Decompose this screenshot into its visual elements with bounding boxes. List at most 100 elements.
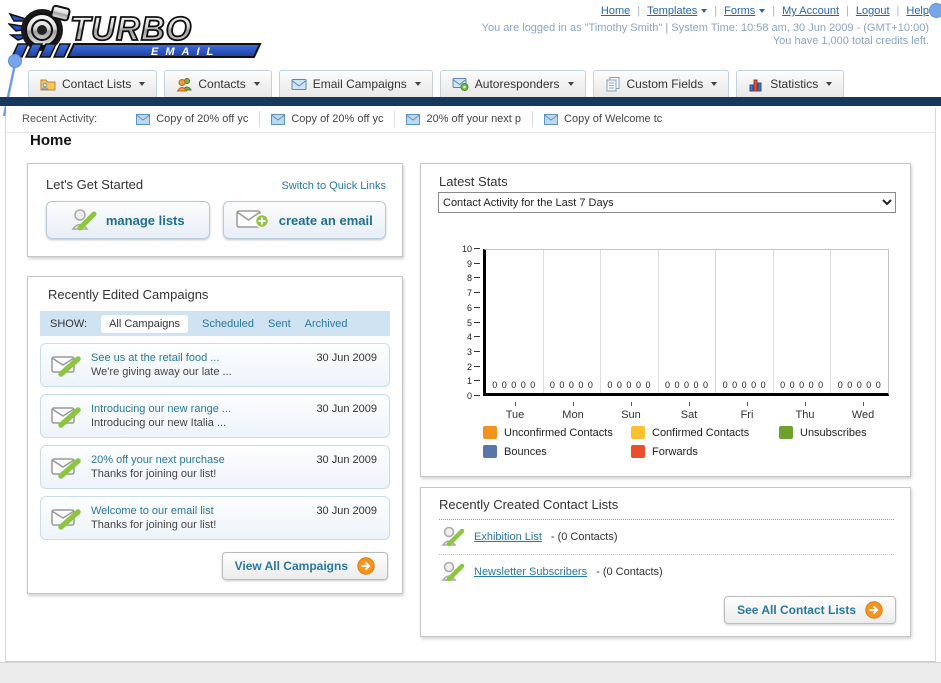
latest-stats-title: Latest Stats bbox=[439, 174, 508, 189]
manage-lists-button[interactable]: manage lists bbox=[46, 201, 210, 239]
header-link-help[interactable]: Help bbox=[890, 5, 929, 17]
main-nav: Contact Lists Contacts Email Campaigns A… bbox=[28, 70, 845, 97]
contact-list-link[interactable]: Exhibition List bbox=[474, 531, 542, 543]
campaign-row[interactable]: 20% off your next purchase Thanks for jo… bbox=[40, 445, 390, 489]
campaign-row[interactable]: Welcome to our email list Thanks for joi… bbox=[40, 496, 390, 540]
recent-activity-item[interactable]: Copy of 20% off yc bbox=[125, 111, 261, 127]
legend-label: Forwards bbox=[652, 445, 698, 458]
legend-swatch bbox=[483, 445, 497, 458]
tab-statistics[interactable]: Statistics bbox=[736, 70, 845, 97]
envelope-icon bbox=[291, 78, 307, 91]
header-links: Home Templates Forms My Account Logout H… bbox=[601, 5, 929, 17]
header-link-templates[interactable]: Templates bbox=[630, 5, 708, 17]
switch-quick-links[interactable]: Switch to Quick Links bbox=[281, 180, 386, 192]
contact-list-row[interactable]: Exhibition List - (0 Contacts) bbox=[439, 520, 894, 555]
campaign-title-link[interactable]: Introducing our new range ... bbox=[91, 403, 231, 415]
x-axis-label-text: Fri bbox=[740, 409, 754, 421]
see-all-contact-lists-button[interactable]: See All Contact Lists bbox=[724, 596, 896, 624]
arrow-circle-icon bbox=[865, 601, 883, 619]
y-axis-tick-label: 9 bbox=[466, 258, 472, 269]
chart-value-labels: 0 0 0 0 0 bbox=[607, 380, 652, 390]
tab-contact-lists[interactable]: Contact Lists bbox=[28, 70, 158, 97]
tab-label: Email Campaigns bbox=[312, 77, 407, 91]
tab-contacts[interactable]: Contacts bbox=[164, 70, 272, 97]
header-link-forms[interactable]: Forms bbox=[707, 5, 766, 17]
legend-label: Unsubscribes bbox=[800, 426, 867, 439]
chart-value-labels: 0 0 0 0 0 bbox=[665, 380, 710, 390]
chart-day-column: 0 0 0 0 0 bbox=[774, 250, 832, 393]
recent-activity-text: Copy of Welcome tc bbox=[564, 113, 663, 125]
y-axis-tick-label: 10 bbox=[461, 244, 472, 254]
x-axis-label: Wed bbox=[834, 402, 892, 421]
recent-activity-item[interactable]: Copy of Welcome tc bbox=[533, 111, 673, 127]
recent-activity-item[interactable]: Copy of 20% off yc bbox=[260, 111, 396, 127]
x-axis-label-text: Sat bbox=[680, 409, 698, 421]
annotation-dot bbox=[929, 3, 941, 18]
campaign-subtitle: Thanks for joining our list! bbox=[91, 468, 217, 480]
y-axis-tick-label: 0 bbox=[466, 391, 472, 401]
campaign-row[interactable]: Introducing our new range ... Introducin… bbox=[40, 394, 390, 438]
chart-value-labels: 0 0 0 0 0 bbox=[780, 380, 825, 390]
y-axis-tick bbox=[474, 336, 480, 338]
legend-swatch bbox=[631, 426, 645, 439]
tab-autoresponders[interactable]: Autoresponders bbox=[439, 70, 586, 97]
header-link-my-account[interactable]: My Account bbox=[765, 5, 839, 17]
x-axis-tick bbox=[862, 402, 864, 406]
y-axis-tick bbox=[474, 262, 480, 264]
legend-swatch bbox=[779, 426, 793, 439]
x-axis-label: Tue bbox=[486, 402, 544, 421]
contact-list-count: - (0 Contacts) bbox=[550, 531, 618, 543]
envelope-pencil-icon bbox=[51, 454, 81, 480]
y-axis-tick-label: 6 bbox=[466, 302, 472, 313]
x-axis-tick bbox=[572, 402, 574, 406]
legend-item: Unsubscribes bbox=[779, 426, 927, 439]
stats-activity-select[interactable]: Contact Activity for the Last 7 Days bbox=[438, 192, 896, 213]
legend-swatch bbox=[631, 445, 645, 458]
recent-activity-text: 20% off your next p bbox=[426, 113, 522, 125]
envelope-pencil-icon bbox=[51, 505, 81, 531]
header-link-logout[interactable]: Logout bbox=[839, 5, 890, 17]
get-started-panel: Let's Get Started Switch to Quick Links … bbox=[27, 163, 403, 257]
contact-list-row[interactable]: Newsletter Subscribers - (0 Contacts) bbox=[439, 555, 894, 589]
filter-scheduled[interactable]: Scheduled bbox=[202, 318, 254, 330]
chart-day-column: 0 0 0 0 0 bbox=[659, 250, 717, 393]
legend-label: Unconfirmed Contacts bbox=[504, 426, 613, 439]
filter-sent[interactable]: Sent bbox=[268, 318, 291, 330]
x-axis-label-text: Wed bbox=[851, 409, 875, 421]
statistics-icon bbox=[748, 77, 764, 92]
filter-all-campaigns[interactable]: All Campaigns bbox=[101, 314, 188, 333]
y-axis-tick-label: 1 bbox=[466, 376, 472, 387]
tab-label: Contacts bbox=[198, 77, 246, 91]
y-axis-tick bbox=[474, 395, 480, 396]
view-all-campaigns-button[interactable]: View All Campaigns bbox=[221, 552, 388, 580]
tab-label: Statistics bbox=[770, 77, 819, 91]
campaign-title-link[interactable]: See us at the retail food ... bbox=[91, 352, 232, 364]
filter-archived[interactable]: Archived bbox=[305, 318, 348, 330]
recent-activity-item[interactable]: 20% off your next p bbox=[395, 111, 534, 127]
create-email-button[interactable]: create an email bbox=[222, 201, 386, 239]
person-pencil-icon bbox=[441, 525, 465, 549]
tab-email-campaigns[interactable]: Email Campaigns bbox=[278, 70, 433, 97]
chevron-down-icon bbox=[414, 82, 421, 86]
header-link-home[interactable]: Home bbox=[601, 5, 630, 17]
logo-subtitle-text: EMAIL bbox=[151, 46, 220, 58]
legend-item: Bounces bbox=[483, 445, 631, 458]
y-axis-tick-label: 2 bbox=[466, 361, 472, 372]
chart-day-column: 0 0 0 0 0 bbox=[831, 250, 888, 393]
tab-label: Contact Lists bbox=[62, 77, 132, 91]
legend-label: Confirmed Contacts bbox=[652, 426, 750, 439]
campaign-row[interactable]: See us at the retail food ... We're givi… bbox=[40, 343, 390, 387]
campaign-title-link[interactable]: 20% off your next purchase bbox=[91, 454, 225, 466]
campaign-filter-bar: SHOW: All Campaigns Scheduled Sent Archi… bbox=[40, 311, 390, 336]
y-axis-tick bbox=[474, 350, 480, 352]
y-axis-tick-label: 7 bbox=[466, 288, 472, 299]
contacts-icon bbox=[176, 76, 193, 92]
campaign-subtitle: We're giving away our late ... bbox=[91, 366, 232, 378]
contact-list-link[interactable]: Newsletter Subscribers bbox=[474, 566, 587, 578]
chevron-down-icon bbox=[711, 82, 718, 86]
x-axis-tick bbox=[688, 402, 690, 406]
tab-custom-fields[interactable]: Custom Fields bbox=[592, 70, 730, 97]
chart-value-labels: 0 0 0 0 0 bbox=[722, 380, 767, 390]
envelope-icon bbox=[544, 113, 559, 125]
campaign-title-link[interactable]: Welcome to our email list bbox=[91, 505, 216, 517]
